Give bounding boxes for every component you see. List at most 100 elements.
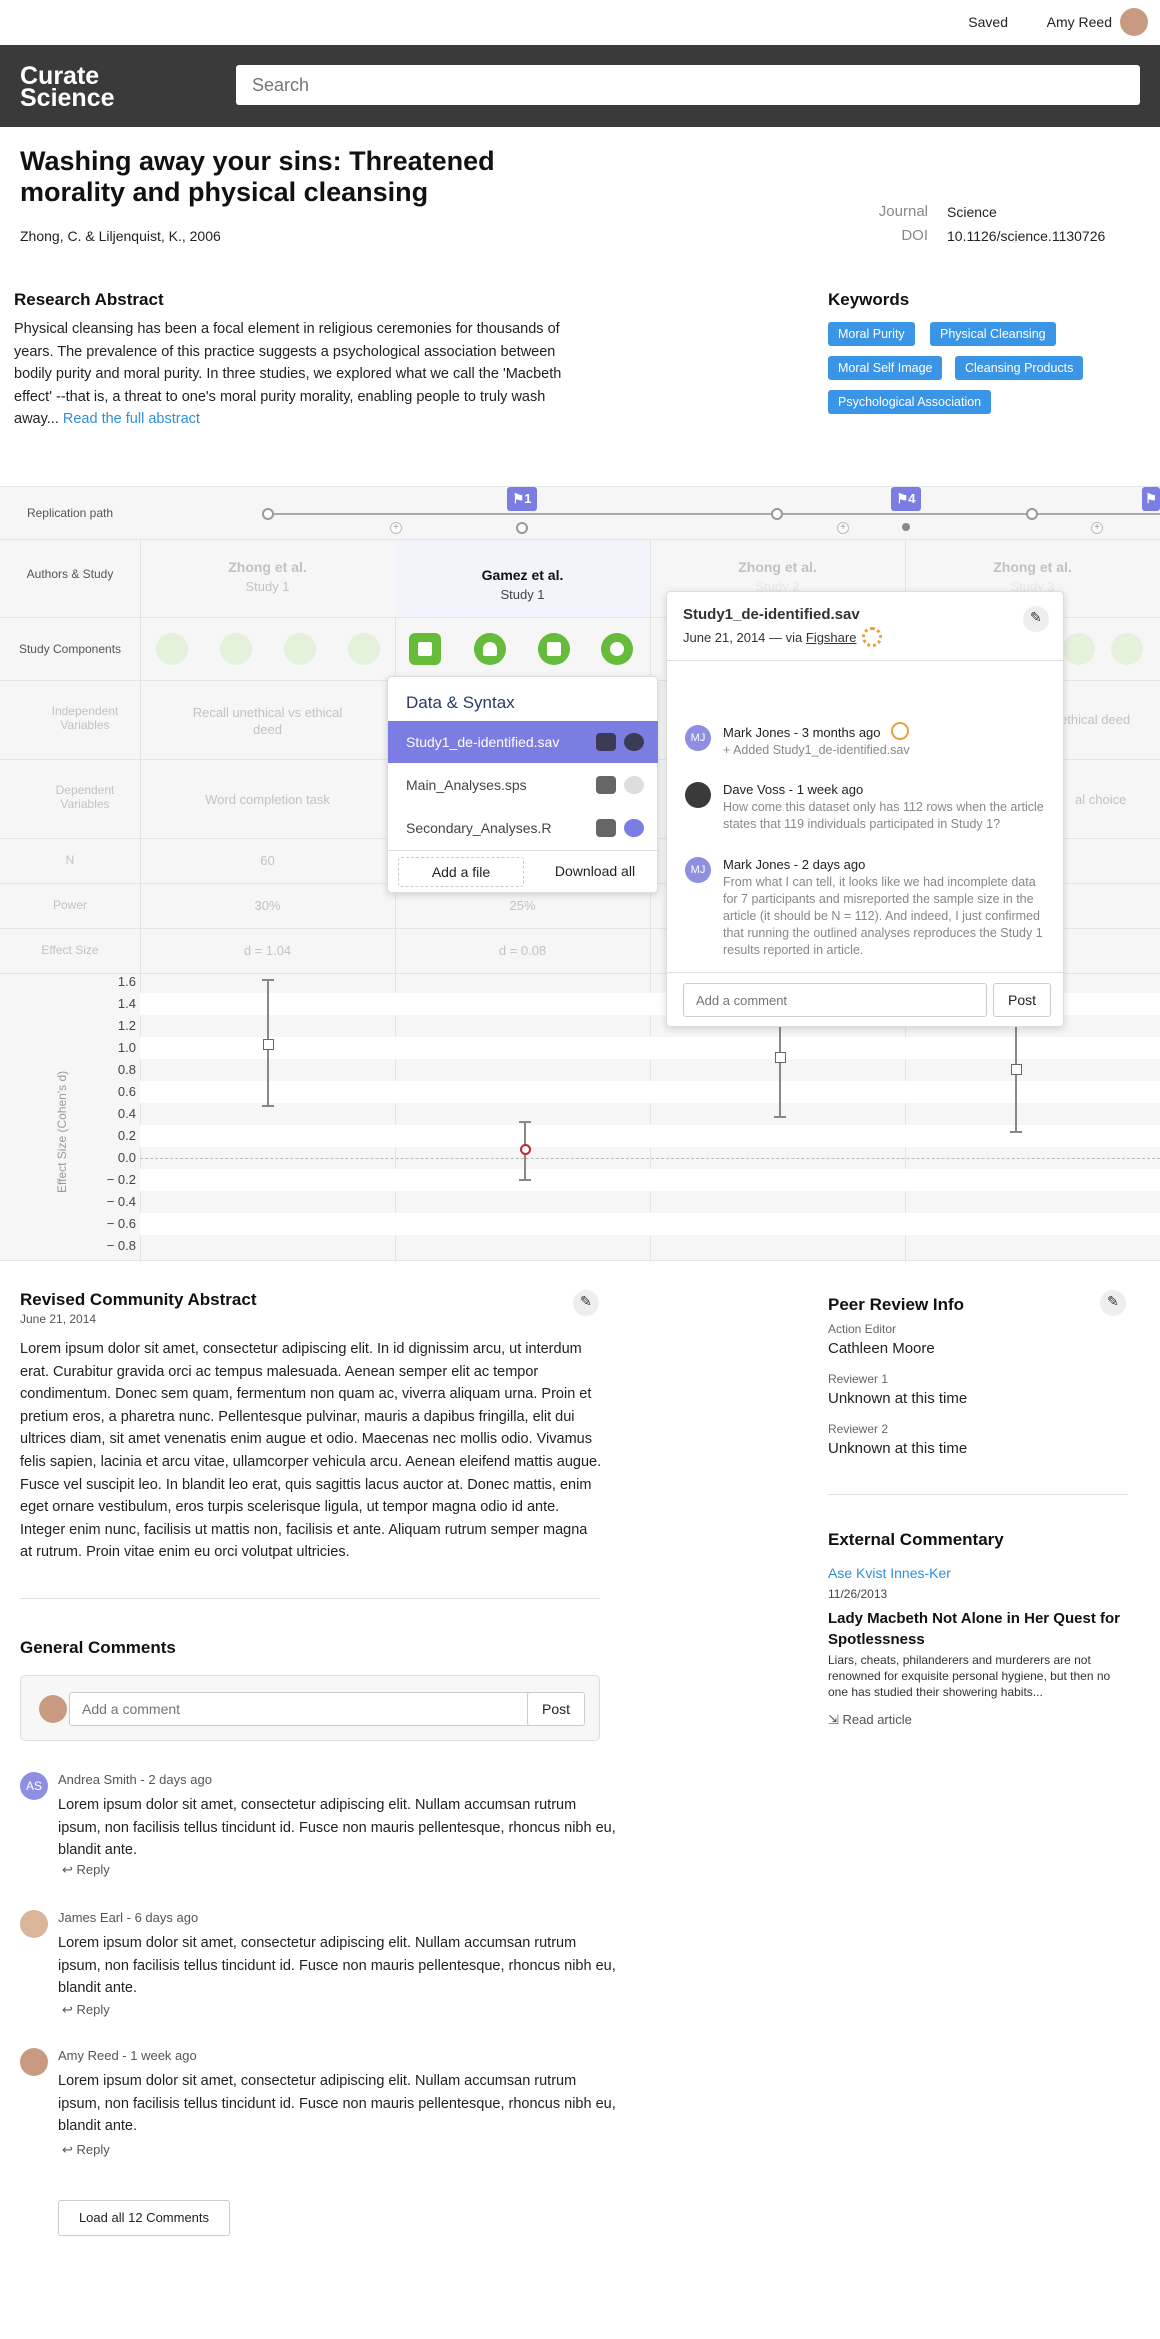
lock-icon[interactable]	[538, 633, 570, 665]
dependent-variable: Word completion task	[205, 792, 330, 807]
study-author[interactable]: Zhong et al.	[140, 559, 395, 575]
file-item[interactable]: Secondary_Analyses.R	[388, 807, 658, 849]
comment-icon[interactable]	[624, 776, 644, 794]
avatar: AS	[20, 1772, 48, 1800]
study-author[interactable]: Gamez et al.	[395, 567, 650, 583]
add-path-icon[interactable]: +	[1091, 522, 1103, 534]
reviewer2-label: Reviewer 2	[828, 1422, 889, 1436]
path-node[interactable]	[516, 522, 528, 534]
y-tick-label: − 0.6	[106, 1216, 136, 1231]
download-all-button[interactable]: Download all	[540, 863, 650, 879]
y-tick-label: 1.2	[117, 1018, 136, 1033]
journal-value: Science	[947, 204, 997, 220]
effect-size-point[interactable]	[263, 1038, 274, 1050]
effect-size-point[interactable]	[520, 1144, 531, 1156]
badge-icon[interactable]	[1111, 633, 1143, 665]
external-title[interactable]: Lady Macbeth Not Alone in Her Quest for …	[828, 1608, 1128, 1650]
lock-icon[interactable]	[284, 633, 316, 665]
lock-icon[interactable]	[1063, 633, 1095, 665]
file-item[interactable]: Study1_de-identified.sav	[388, 721, 658, 763]
avatar	[39, 1695, 67, 1723]
post-button[interactable]: Post	[527, 1692, 585, 1726]
row-label-n: N	[65, 853, 75, 867]
general-comment-input[interactable]	[69, 1692, 541, 1726]
reply-button[interactable]: ↩ Reply	[62, 2002, 110, 2018]
read-article-link[interactable]: ⇲ Read article	[828, 1712, 912, 1728]
load-all-comments-button[interactable]: Load all 12 Comments	[58, 2200, 230, 2236]
file-item[interactable]: Main_Analyses.sps	[388, 764, 658, 806]
flask-icon[interactable]	[474, 633, 506, 665]
figshare-link[interactable]: Figshare	[806, 630, 857, 645]
flask-icon[interactable]	[220, 633, 252, 665]
effect-size-point[interactable]	[775, 1051, 786, 1063]
reviewer2: Unknown at this time	[828, 1440, 968, 1457]
reply-button[interactable]: ↩ Reply	[62, 2142, 110, 2158]
general-comments-heading: General Comments	[20, 1638, 176, 1657]
avatar	[20, 1910, 48, 1938]
keyword-tag[interactable]: Psychological Association	[828, 390, 992, 414]
logo[interactable]: Curate Science	[20, 64, 115, 111]
chart-band	[140, 1169, 1160, 1191]
avatar	[685, 782, 711, 808]
action-editor: Cathleen Moore	[828, 1340, 935, 1357]
comment-input[interactable]	[683, 983, 987, 1017]
data-component-icon[interactable]	[409, 633, 441, 665]
path-node[interactable]	[771, 508, 783, 520]
keyword-tag[interactable]: Moral Self Image	[828, 356, 943, 380]
replication-marker[interactable]: ⚑	[1142, 487, 1160, 511]
edit-icon[interactable]	[1100, 1290, 1126, 1316]
comment-icon[interactable]	[624, 819, 644, 837]
study-author[interactable]: Zhong et al.	[905, 559, 1160, 575]
badge-icon[interactable]	[348, 633, 380, 665]
edit-icon[interactable]	[573, 1290, 599, 1316]
y-tick-label: − 0.2	[106, 1172, 136, 1187]
doi-value[interactable]: 10.1126/science.1130726	[947, 228, 1105, 244]
chart-band	[140, 1081, 1160, 1103]
chart-band	[140, 1037, 1160, 1059]
external-heading: External Commentary	[828, 1530, 1004, 1549]
reply-button[interactable]: ↩ Reply	[62, 1862, 110, 1878]
zero-line	[140, 1158, 1160, 1159]
y-tick-label: 0.2	[117, 1128, 136, 1143]
y-tick-label: 1.6	[117, 974, 136, 989]
download-icon[interactable]	[596, 733, 616, 751]
download-icon[interactable]	[596, 776, 616, 794]
data-syntax-popup: Data & Syntax Study1_de-identified.sav M…	[387, 676, 659, 893]
chart-ylabel: Effect Size (Cohen's d)	[55, 1070, 69, 1193]
post-button[interactable]: Post	[993, 983, 1051, 1017]
external-snippet: Liars, cheats, philanderers and murderer…	[828, 1653, 1111, 1699]
replication-marker[interactable]: ⚑1	[507, 487, 537, 511]
path-node[interactable]	[1026, 508, 1038, 520]
path-node[interactable]	[902, 523, 910, 531]
comment-icon[interactable]	[624, 733, 644, 751]
add-path-icon[interactable]: +	[837, 522, 849, 534]
study-author[interactable]: Zhong et al.	[650, 559, 905, 575]
path-node[interactable]	[262, 508, 274, 520]
read-full-abstract-link[interactable]: Read the full abstract	[63, 411, 200, 427]
download-icon[interactable]	[596, 819, 616, 837]
edit-icon[interactable]	[1023, 606, 1049, 632]
effect-size-point[interactable]	[1011, 1063, 1022, 1075]
user-name[interactable]: Amy Reed	[1047, 14, 1112, 30]
y-tick-label: 0.4	[117, 1106, 136, 1121]
badge-icon[interactable]	[601, 633, 633, 665]
keyword-tag[interactable]: Moral Purity	[828, 322, 915, 346]
keyword-tag[interactable]: Cleansing Products	[955, 356, 1084, 380]
replication-marker[interactable]: ⚑4	[891, 487, 921, 511]
external-author-link[interactable]: Ase Kvist Innes-Ker	[828, 1565, 951, 1581]
data-component-icon[interactable]	[156, 633, 188, 665]
reply-icon: ↩	[62, 2142, 77, 2157]
error-bar-cap	[774, 1116, 786, 1119]
error-bar-cap	[262, 1105, 274, 1108]
avatar: MJ	[685, 857, 711, 883]
add-file-button[interactable]: Add a file	[398, 857, 524, 887]
community-text: Lorem ipsum dolor sit amet, consectetur …	[20, 1341, 602, 1561]
keyword-tag[interactable]: Physical Cleansing	[930, 322, 1056, 346]
user-avatar[interactable]	[1120, 8, 1148, 36]
chart-band	[140, 1213, 1160, 1235]
saved-link[interactable]: Saved	[968, 14, 1008, 30]
add-path-icon[interactable]: +	[390, 522, 402, 534]
peer-review-heading: Peer Review Info	[828, 1295, 965, 1314]
study-name: Study 1	[500, 587, 545, 602]
search-input[interactable]	[236, 65, 1140, 105]
